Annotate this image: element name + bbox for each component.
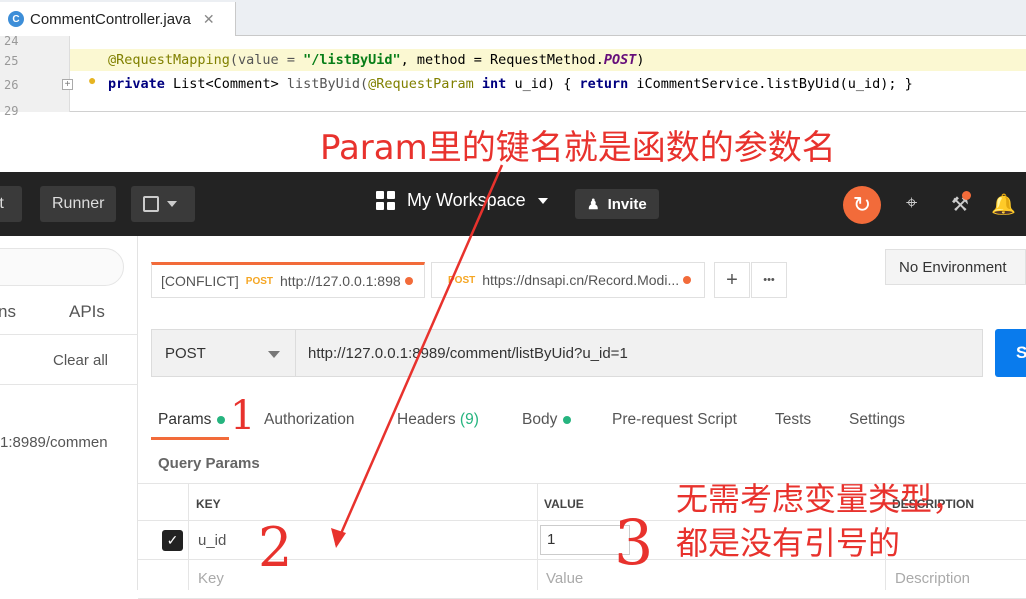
status-dot (217, 415, 226, 424)
tab-settings[interactable]: Settings (849, 411, 905, 429)
url-input[interactable]: http://127.0.0.1:8989/comment/listByUid?… (296, 329, 983, 377)
chevron-down-icon (537, 197, 548, 204)
editor-tab[interactable]: C CommentController.java ✕ (0, 2, 236, 36)
line-number: 29 (4, 104, 19, 118)
unsaved-dot (683, 276, 692, 284)
workspace-switcher[interactable]: My Workspace (376, 190, 548, 211)
workspace-label: My Workspace (407, 190, 526, 210)
satellite-icon[interactable]: ⌖ (906, 192, 917, 215)
request-tab-active[interactable]: [CONFLICT] POST http://127.0.0.1:898 (151, 262, 425, 298)
tab-authorization[interactable]: Authorization (264, 411, 354, 429)
new-button[interactable] (131, 186, 195, 222)
tab-history[interactable]: ns (0, 302, 16, 322)
editor-tab-title: CommentController.java (30, 10, 191, 28)
annotation-type-note-line2: 都是没有引号的 (676, 524, 901, 562)
param-key-field[interactable]: u_id (198, 532, 226, 549)
divider (0, 334, 138, 335)
grid-icon (376, 191, 395, 210)
line-gutter: 24 25 26 29 (0, 34, 70, 118)
ide-editor: C CommentController.java ✕ 24 25 26 29 @… (0, 0, 1026, 118)
method-tag: POST (245, 275, 274, 287)
request-tab[interactable]: POST https://dnsapi.cn/Record.Modi... (431, 262, 705, 298)
close-icon[interactable]: ✕ (203, 11, 215, 28)
tab-headers[interactable]: Headers (9) (397, 411, 479, 429)
new-value-field[interactable]: Value (546, 570, 583, 587)
editor-tab-bar: C CommentController.java ✕ (0, 0, 1026, 36)
annotation-number-3: 3 (614, 506, 654, 579)
chevron-down-icon (167, 201, 177, 207)
param-enabled-checkbox[interactable]: ✓ (162, 530, 183, 551)
history-item[interactable]: 1:8989/commen (0, 434, 108, 451)
environment-select[interactable]: No Environment (885, 249, 1026, 285)
add-user-icon: ♟ (587, 195, 600, 212)
new-key-field[interactable]: Key (198, 570, 224, 587)
column-header-value: VALUE (544, 497, 584, 511)
line-number: 25 (4, 54, 19, 68)
import-button[interactable]: rt (0, 186, 22, 222)
tab-apis[interactable]: APIs (69, 302, 105, 322)
java-class-icon: C (8, 11, 24, 27)
new-tab-button[interactable]: + (714, 262, 750, 298)
annotation-number-2: 2 (258, 516, 293, 579)
method-select[interactable]: POST (151, 329, 296, 377)
chevron-down-icon (268, 351, 280, 358)
tab-body[interactable]: Body (522, 411, 572, 429)
tab-params[interactable]: Params (158, 411, 226, 429)
sidebar: ns APIs Clear all 1:8989/commen (0, 236, 138, 590)
annotation-type-note-line1: 无需考虑变量类型， (676, 480, 965, 518)
clear-all-button[interactable]: Clear all (53, 352, 108, 369)
annotation-param-note: Param里的键名就是函数的参数名 (320, 128, 836, 168)
active-tab-indicator (151, 437, 229, 440)
query-params-title: Query Params (158, 455, 260, 472)
new-description-field[interactable]: Description (895, 570, 970, 587)
code-line-26[interactable]: private List<Comment> listByUid(@Request… (108, 76, 913, 92)
bell-icon[interactable]: 🔔 (991, 192, 1016, 217)
more-tabs-button[interactable]: ••• (751, 262, 787, 298)
sync-icon[interactable]: ↻ (843, 186, 881, 224)
divider (0, 384, 138, 385)
sidebar-search-input[interactable] (0, 248, 124, 286)
unsaved-dot (404, 277, 413, 285)
line-number: 24 (4, 34, 19, 48)
runner-button[interactable]: Runner (40, 186, 117, 222)
plus-box-icon (143, 196, 159, 212)
column-header-key: KEY (196, 497, 221, 511)
tab-tests[interactable]: Tests (775, 411, 811, 429)
divider (188, 483, 189, 590)
lightbulb-icon[interactable]: ● (88, 72, 96, 88)
fold-toggle-icon[interactable]: + (62, 79, 73, 90)
tab-prerequest-script[interactable]: Pre-request Script (612, 411, 737, 429)
code-line-25[interactable]: @RequestMapping(value = "/listByUid", me… (108, 52, 644, 68)
divider (537, 483, 538, 590)
annotation-number-1: 1 (230, 393, 256, 439)
invite-button[interactable]: ♟ Invite (575, 189, 659, 219)
line-number: 26 (4, 78, 19, 92)
status-dot (563, 415, 572, 424)
method-tag: POST (448, 274, 476, 286)
notification-dot (962, 191, 971, 200)
send-button[interactable]: S (995, 329, 1026, 377)
